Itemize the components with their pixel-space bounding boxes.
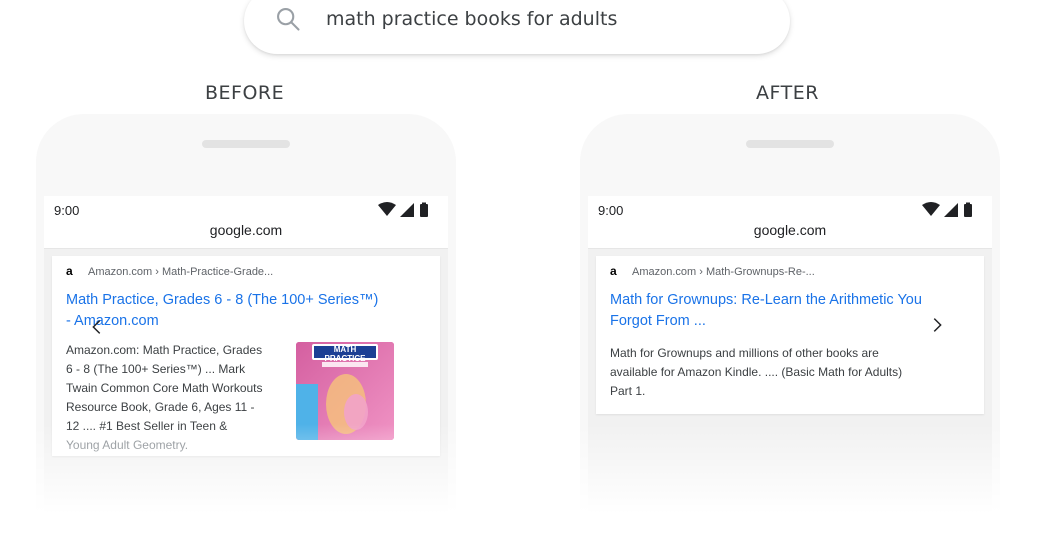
book-cover-thumbnail[interactable]: MATH PRACTICE bbox=[296, 342, 394, 440]
battery-icon bbox=[964, 204, 972, 217]
result-source: a Amazon.com › Math-Grownups-Re-... bbox=[610, 264, 815, 278]
before-phone: 9:00 google.com a Amazon.com › Math-Pract… bbox=[36, 114, 456, 514]
result-snippet: Amazon.com: Math Practice, Grades 6 - 8 … bbox=[66, 343, 263, 452]
search-box[interactable]: math practice books for adults bbox=[244, 0, 790, 54]
wifi-icon bbox=[378, 202, 396, 216]
result-title[interactable]: Math Practice, Grades 6 - 8 (The 100+ Se… bbox=[66, 290, 378, 332]
result-snippet: Math for Grownups and millions of other … bbox=[610, 346, 903, 398]
phone-speaker bbox=[746, 140, 834, 148]
status-time: 9:00 bbox=[54, 203, 80, 218]
after-label: AFTER bbox=[756, 82, 819, 104]
status-bar: 9:00 google.com bbox=[44, 196, 448, 249]
result-title[interactable]: Math for Grownups: Re-Learn the Arithmet… bbox=[610, 290, 922, 332]
status-icons bbox=[378, 202, 428, 217]
phone-screen: 9:00 google.com a Amazon.com › Math-Pract… bbox=[44, 196, 448, 514]
amazon-logo-icon: a bbox=[610, 264, 617, 278]
chevron-right-icon[interactable] bbox=[926, 314, 948, 336]
search-result-card[interactable]: a Amazon.com › Math-Practice-Grade... Mat… bbox=[52, 256, 440, 456]
wifi-icon bbox=[922, 202, 940, 216]
address-bar-url[interactable]: google.com bbox=[588, 222, 992, 238]
battery-icon bbox=[420, 204, 428, 217]
phone-speaker bbox=[202, 140, 290, 148]
address-bar-url[interactable]: google.com bbox=[44, 222, 448, 238]
status-time: 9:00 bbox=[598, 203, 624, 218]
before-label: BEFORE bbox=[205, 82, 285, 104]
signal-icon bbox=[944, 203, 958, 217]
chevron-left-icon[interactable] bbox=[86, 316, 108, 338]
after-phone: 9:00 google.com a Amazon.com › Math-Grown… bbox=[580, 114, 1000, 514]
book-cover-title: MATH PRACTICE bbox=[324, 345, 366, 363]
status-icons bbox=[922, 202, 972, 217]
status-bar: 9:00 google.com bbox=[588, 196, 992, 249]
amazon-logo-icon: a bbox=[66, 264, 73, 278]
search-icon bbox=[277, 8, 300, 31]
signal-icon bbox=[400, 203, 414, 217]
result-source: a Amazon.com › Math-Practice-Grade... bbox=[66, 264, 274, 278]
phone-screen: 9:00 google.com a Amazon.com › Math-Grown… bbox=[588, 196, 992, 514]
search-query[interactable]: math practice books for adults bbox=[326, 8, 617, 30]
